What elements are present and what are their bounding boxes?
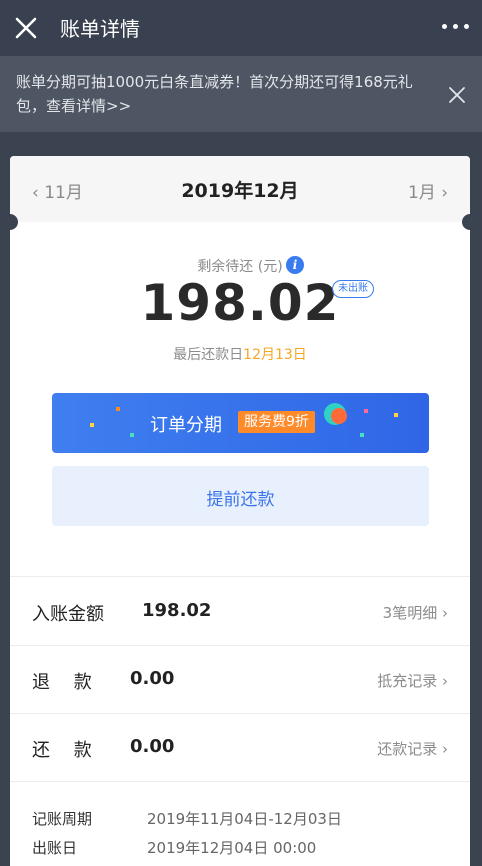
posted-amount-label: 入账金额 [32, 604, 104, 625]
promo-banner-text: 账单分期可抽1000元白条直减券！首次分期还可得168元礼包，查看详情>> [16, 73, 413, 115]
card-notch-right [462, 214, 478, 230]
repayment-records-link[interactable]: 还款记录 › [377, 738, 448, 759]
banner-close-icon[interactable] [448, 86, 466, 104]
repayment-records-label: 还款记录 [377, 740, 438, 758]
card-notch-left [2, 214, 18, 230]
promo-banner[interactable]: 账单分期可抽1000元白条直减券！首次分期还可得168元礼包，查看详情>> [0, 56, 482, 132]
installment-button[interactable]: 订单分期 服务费9折 [52, 393, 429, 453]
divider [10, 576, 470, 577]
refund-value: 0.00 [130, 668, 175, 689]
decoration-balloon-icon [324, 403, 347, 425]
posted-amount-value: 198.02 [142, 600, 212, 621]
repayment-label: 还 款 [32, 740, 92, 761]
divider [10, 781, 470, 782]
page-title: 账单详情 [60, 17, 140, 41]
confetti-decoration [90, 423, 94, 427]
posted-details-label: 3笔明细 [382, 604, 438, 622]
chevron-right-icon: › [437, 672, 448, 690]
installment-discount-tag: 服务费9折 [238, 411, 315, 433]
refund-label: 退 款 [32, 672, 92, 693]
current-month: 2019年12月 [181, 180, 299, 202]
prepay-button[interactable]: 提前还款 [52, 466, 429, 526]
status-badge: 未出账 [332, 280, 374, 298]
billing-period-label: 记账周期 [32, 810, 93, 828]
more-icon[interactable] [442, 24, 470, 30]
confetti-decoration [116, 407, 120, 411]
month-nav: ‹ 11月 2019年12月 1月 › [10, 156, 470, 222]
prepay-label: 提前还款 [206, 490, 275, 510]
confetti-decoration [130, 433, 134, 437]
remaining-amount: 198.02 [140, 274, 340, 332]
offset-records-label: 抵充记录 [377, 672, 438, 690]
confetti-decoration [364, 409, 368, 413]
offset-records-link[interactable]: 抵充记录 › [377, 670, 448, 691]
confetti-decoration [360, 433, 364, 437]
due-date-line: 最后还款日12月13日 [10, 344, 470, 364]
due-date-prefix: 最后还款日 [173, 347, 244, 363]
top-bar: 账单详情 [0, 0, 482, 56]
divider [10, 713, 470, 714]
due-date: 12月13日 [243, 347, 307, 363]
remaining-label: 剩余待还 (元) [197, 259, 283, 275]
chevron-right-icon: › [437, 604, 448, 622]
close-icon[interactable] [12, 14, 40, 42]
bill-date-value: 2019年12月04日 00:00 [147, 839, 317, 857]
repayment-value: 0.00 [130, 736, 175, 757]
installment-label: 订单分期 [150, 415, 222, 436]
bill-date-label: 出账日 [32, 839, 78, 857]
chevron-right-icon: › [437, 740, 448, 758]
divider [10, 645, 470, 646]
chevron-right-icon: › [435, 183, 448, 203]
confetti-decoration [394, 413, 398, 417]
posted-details-link[interactable]: 3笔明细 › [383, 602, 448, 623]
bill-card: ‹ 11月 2019年12月 1月 › 剩余待还 (元) i 198.02 未出… [2, 156, 478, 866]
next-month-button[interactable]: 1月 › [408, 178, 448, 203]
billing-period-value: 2019年11月04日-12月03日 [147, 810, 342, 828]
info-icon[interactable]: i [286, 256, 304, 274]
next-month-label: 1月 [407, 183, 436, 203]
